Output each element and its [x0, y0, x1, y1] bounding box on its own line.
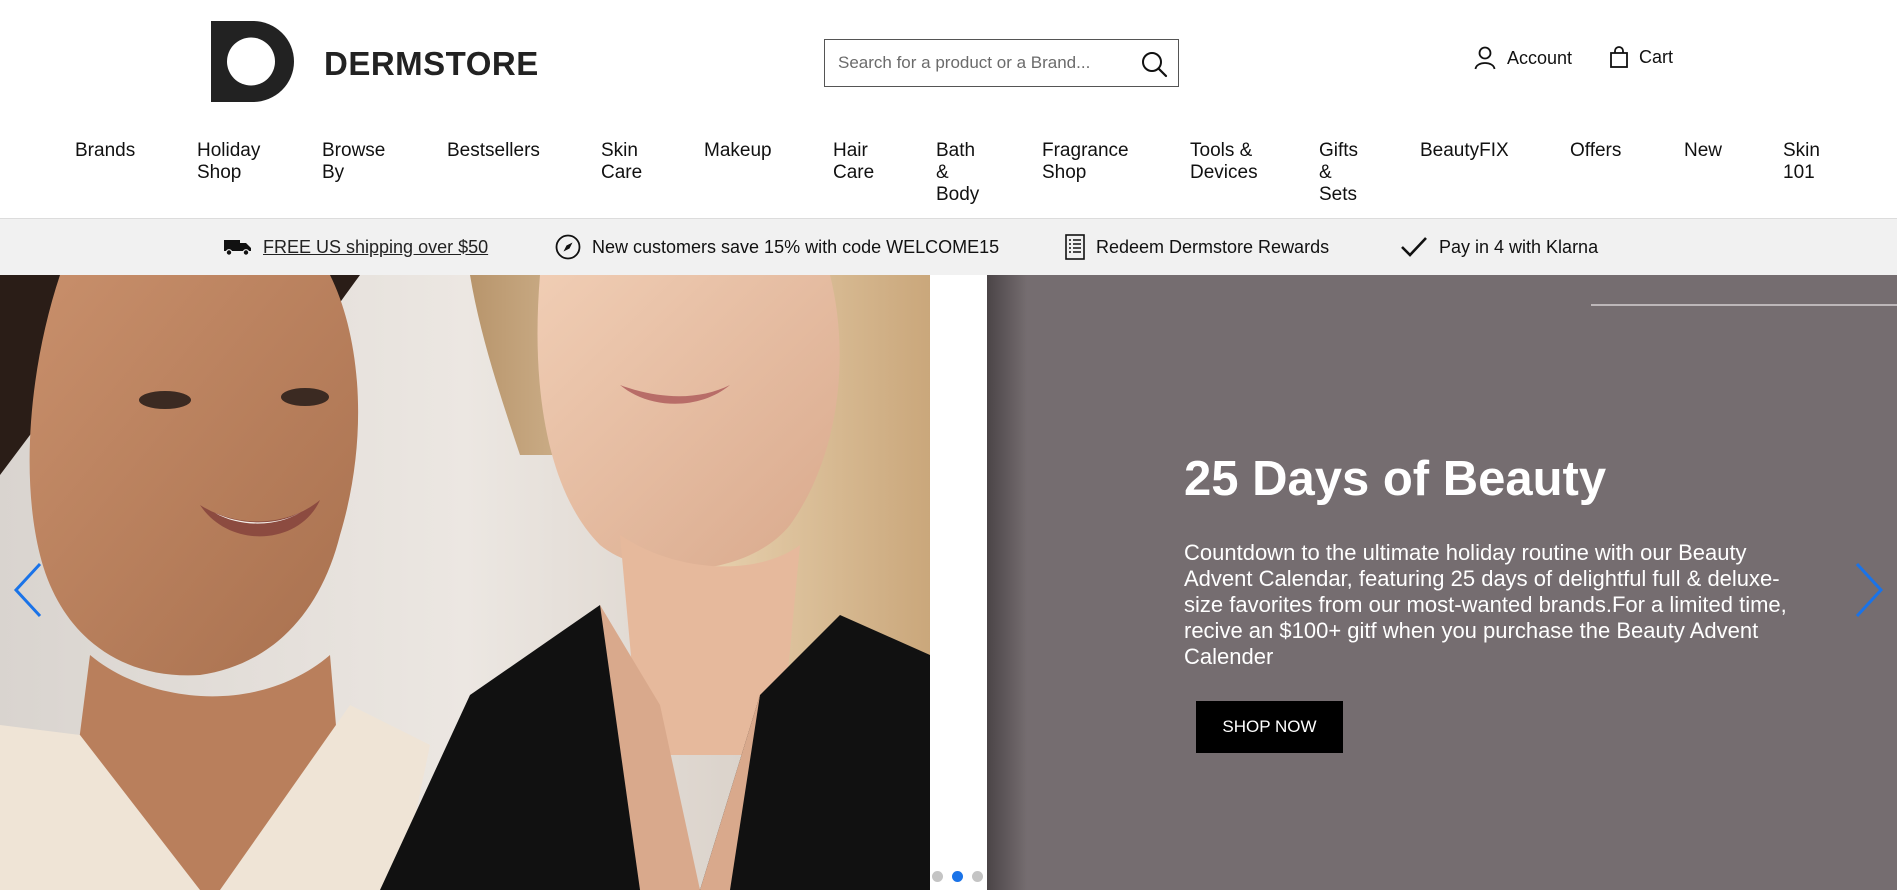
- hero-title: 25 Days of Beauty: [1184, 452, 1607, 506]
- hero-description: Countdown to the ultimate holiday routin…: [1184, 540, 1787, 669]
- promo-new-customers: New customers save 15% with code WELCOME…: [555, 219, 999, 275]
- site-header: DERMSTORE Account Cart: [0, 0, 1897, 125]
- new-customers-text: New customers save 15% with code WELCOME…: [592, 236, 1000, 257]
- nav-item-offers[interactable]: Offers: [1570, 140, 1640, 162]
- dermstore-logo-icon: [211, 21, 294, 102]
- carousel-dot-1[interactable]: [932, 871, 943, 882]
- receipt-icon: [1065, 234, 1085, 260]
- nav-item-hair-care[interactable]: Hair Care: [833, 140, 883, 184]
- free-shipping-link[interactable]: FREE US shipping over $50: [263, 237, 488, 258]
- main-navigation: Brands Holiday Shop Browse By Bestseller…: [0, 137, 1897, 217]
- nav-item-gifts-sets[interactable]: Gifts & Sets: [1319, 140, 1367, 206]
- nav-item-skin-101[interactable]: Skin 101: [1783, 140, 1831, 184]
- checkmark-icon: [1400, 236, 1428, 258]
- chevron-right-icon[interactable]: [1849, 560, 1889, 620]
- panel-accent-line: [1591, 304, 1897, 306]
- bag-icon: [1610, 46, 1628, 68]
- truck-icon: [224, 238, 252, 256]
- search-icon[interactable]: [1140, 50, 1168, 78]
- nav-item-new[interactable]: New: [1684, 140, 1734, 162]
- nav-item-beautyfix[interactable]: BeautyFIX: [1420, 140, 1520, 162]
- nav-item-skin-care[interactable]: Skin Care: [601, 140, 651, 184]
- compass-icon: [555, 234, 581, 260]
- panel-shadow: [987, 275, 1027, 890]
- account-label: Account: [1507, 47, 1573, 68]
- shop-now-button[interactable]: SHOP NOW: [1196, 701, 1343, 753]
- hero-carousel: 25 Days of Beauty Countdown to the ultim…: [0, 275, 1897, 890]
- carousel-pagination: [932, 871, 983, 882]
- carousel-dot-3[interactable]: [972, 871, 983, 882]
- search-input[interactable]: [825, 40, 1125, 86]
- klarna-text: Pay in 4 with Klarna: [1439, 236, 1599, 257]
- account-link[interactable]: Account: [1474, 46, 1572, 70]
- brand-name: DERMSTORE: [324, 45, 539, 82]
- nav-item-bath-body[interactable]: Bath & Body: [936, 140, 986, 206]
- promo-rewards[interactable]: Redeem Dermstore Rewards: [1065, 219, 1329, 275]
- cart-link[interactable]: Cart: [1609, 46, 1673, 68]
- hero-image: [0, 275, 930, 890]
- rewards-text: Redeem Dermstore Rewards: [1096, 236, 1330, 257]
- cart-label: Cart: [1639, 46, 1674, 67]
- carousel-dot-2[interactable]: [952, 871, 963, 882]
- chevron-left-icon[interactable]: [8, 560, 48, 620]
- nav-item-makeup[interactable]: Makeup: [704, 140, 784, 162]
- nav-item-tools-devices[interactable]: Tools & Devices: [1190, 140, 1270, 184]
- nav-item-fragrance-shop[interactable]: Fragrance Shop: [1042, 140, 1142, 184]
- user-icon: [1474, 46, 1496, 70]
- promo-klarna[interactable]: Pay in 4 with Klarna: [1400, 219, 1598, 275]
- search-box: [824, 39, 1179, 87]
- nav-item-browse-by[interactable]: Browse By: [322, 140, 397, 184]
- nav-item-brands[interactable]: Brands: [75, 140, 155, 162]
- nav-item-bestsellers[interactable]: Bestsellers: [447, 140, 557, 162]
- dermstore-logo[interactable]: DERMSTORE: [211, 21, 538, 102]
- nav-item-holiday-shop[interactable]: Holiday Shop: [197, 140, 272, 184]
- hero-slide-gap: [930, 275, 987, 890]
- promo-shipping: FREE US shipping over $50: [224, 219, 488, 275]
- promo-strip: FREE US shipping over $50 New customers …: [0, 219, 1897, 275]
